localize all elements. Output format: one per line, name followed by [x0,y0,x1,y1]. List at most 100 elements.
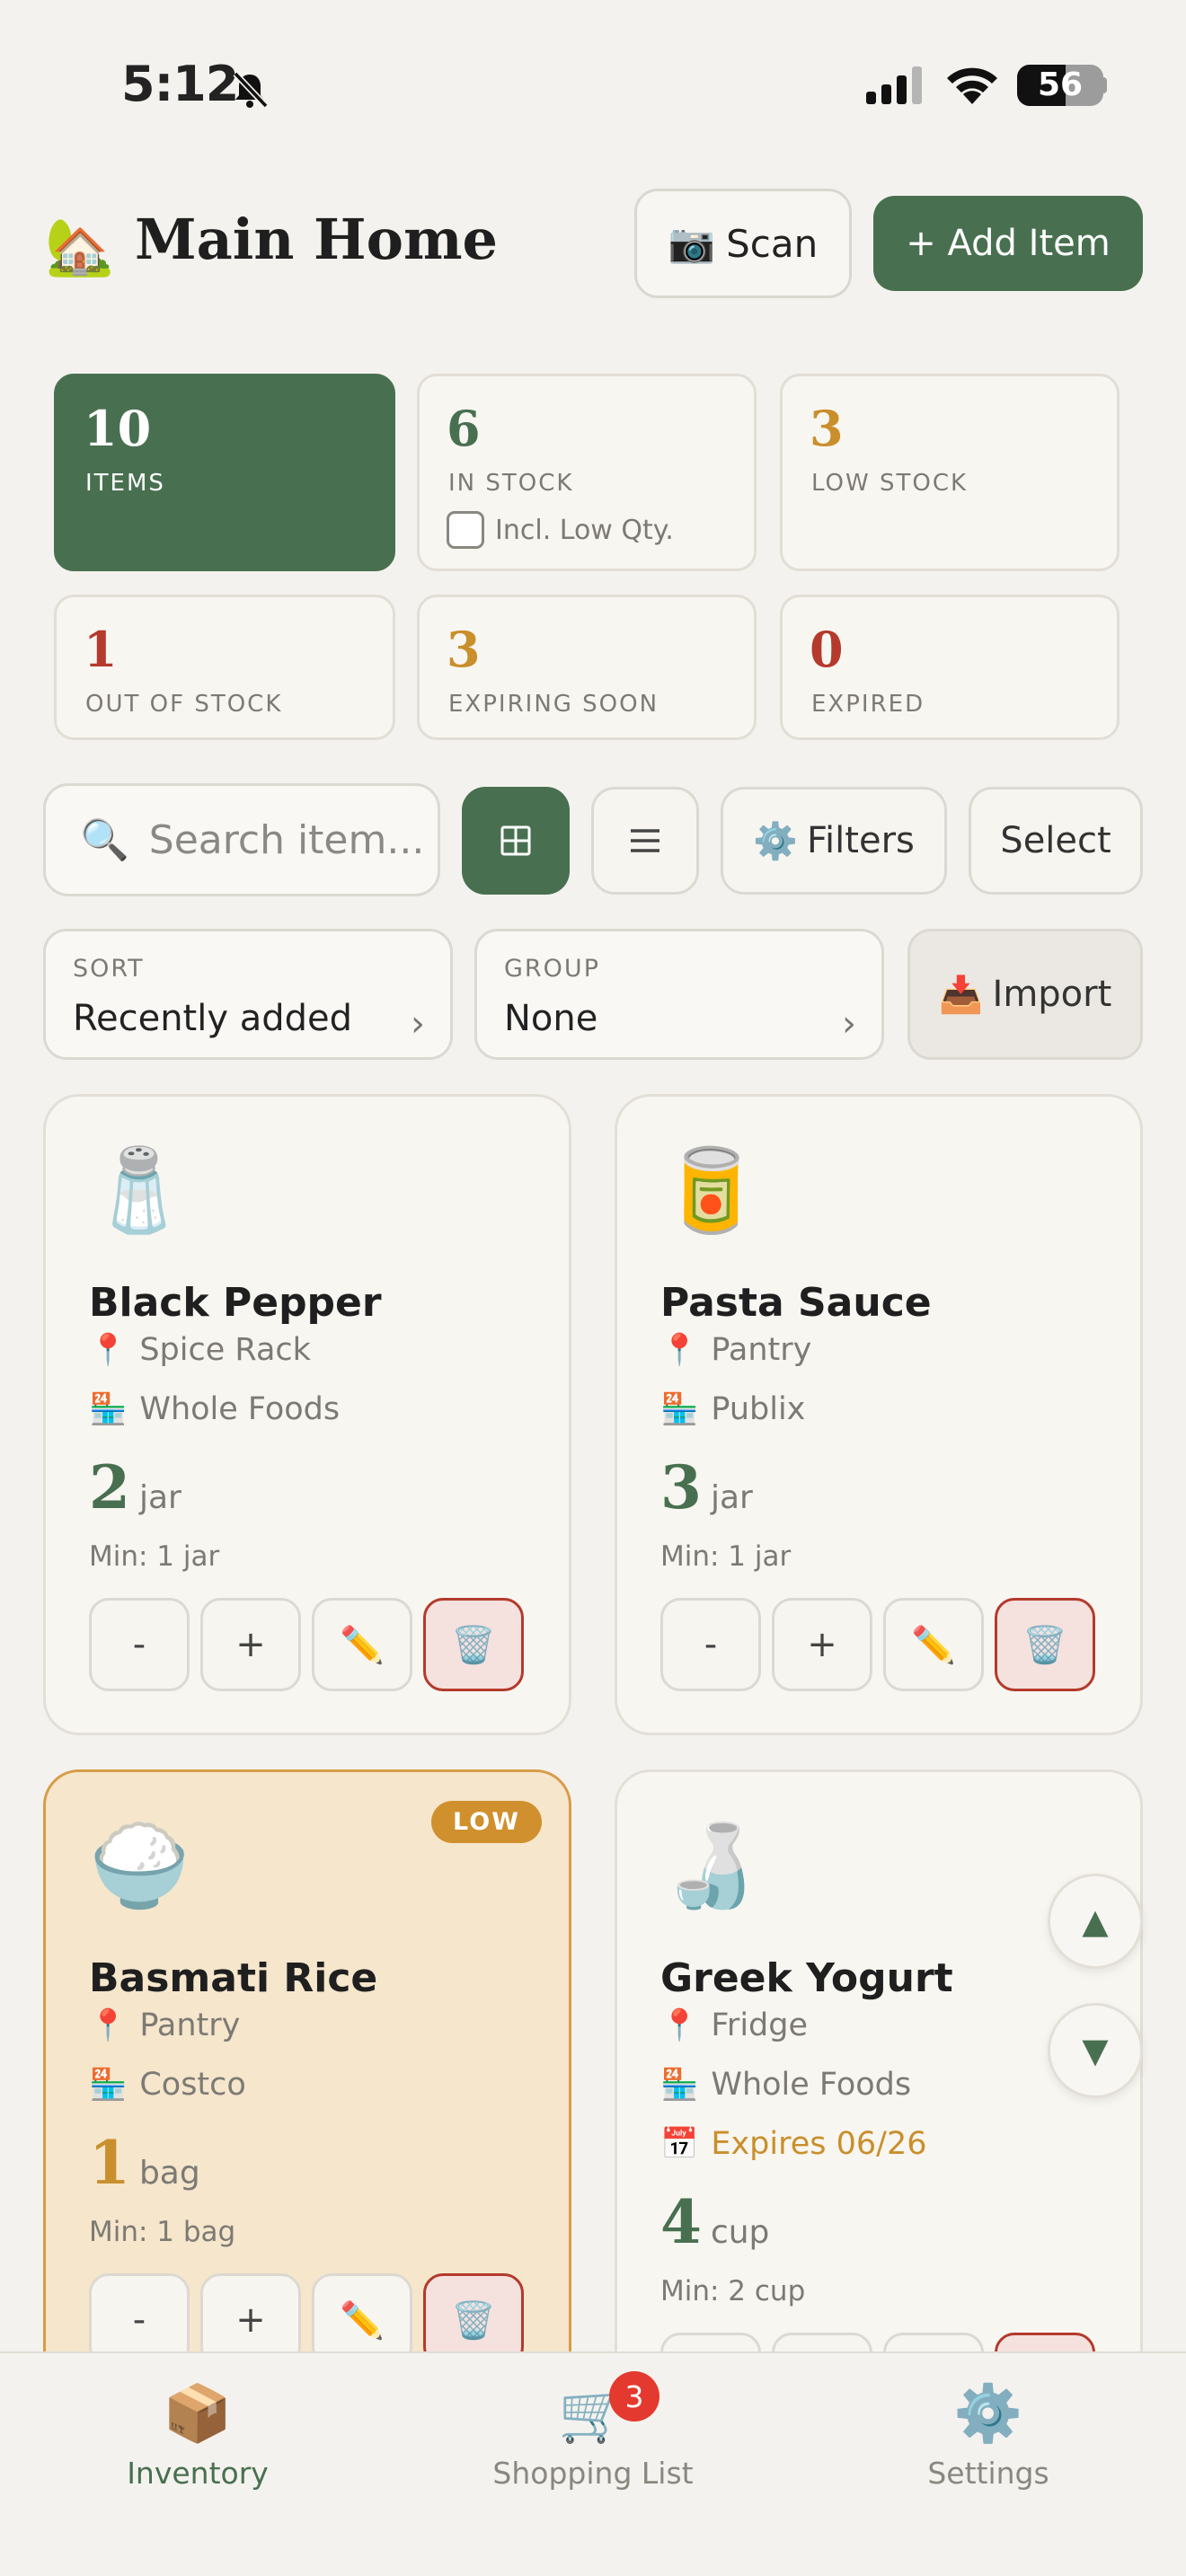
select-button[interactable]: Select [969,787,1143,895]
stat-out-of-stock-value: 1 [84,621,118,678]
status-time: 5:12 [121,56,239,112]
stat-low-stock[interactable]: 3 LOW STOCK [780,374,1120,571]
low-badge: LOW [431,1801,542,1843]
add-item-button[interactable]: + Add Item [873,196,1143,291]
salt-shaker-icon: 🧂 [89,1143,190,1238]
item-card[interactable]: 🥫 Pasta Sauce 📍 Pantry 🏪 Publix 3 jar Mi… [615,1094,1143,1735]
gear-icon: ⚙️ [953,2380,1023,2446]
quantity-value: 1 [89,2128,130,2198]
edit-button[interactable]: ✏️ [883,1598,984,1691]
stat-expiring-soon-label: EXPIRING SOON [448,691,659,718]
include-low-qty-checkbox[interactable]: Incl. Low Qty. [447,511,674,549]
delete-button[interactable]: 🗑️ [423,1598,524,1691]
search-input[interactable]: 🔍 Search item... [43,783,440,896]
store-icon: 🏪 [89,2067,128,2103]
page-title: Main Home [135,207,498,272]
tab-settings[interactable]: ⚙️ Settings [836,2380,1141,2491]
item-location: 📍 Fridge [660,2007,808,2043]
store-icon: 🏪 [660,1391,699,1427]
decrement-button[interactable]: - [660,1598,761,1691]
edit-button[interactable]: ✏️ [312,1598,412,1691]
house-icon: 🏡 [45,214,115,279]
group-label: GROUP [504,955,600,983]
canned-food-icon: 🥫 [660,1143,762,1238]
stat-expired[interactable]: 0 EXPIRED [780,595,1120,740]
min-quantity: Min: 1 bag [89,2216,236,2248]
cart-count-badge: 3 [609,2371,659,2422]
calendar-icon: 📅 [660,2126,699,2162]
item-expiry: 📅 Expires 06/26 [660,2126,927,2162]
inbox-tray-icon: 📥 [938,974,984,1016]
sort-dropdown[interactable]: SORT Recently added › [43,929,453,1060]
stat-items-label: ITEMS [85,470,165,497]
item-card[interactable]: LOW 🍚 Basmati Rice 📍 Pantry 🏪 Costco 1 b… [43,1769,571,2452]
item-name: Pasta Sauce [660,1280,932,1326]
pin-icon: 📍 [89,2007,128,2043]
item-quantity: 4 cup [660,2187,769,2257]
import-button[interactable]: 📥 Import [907,929,1143,1060]
pin-icon: 📍 [660,1332,699,1368]
gear-icon: ⚙️ [753,820,798,862]
pin-icon: 📍 [660,2007,699,2043]
stat-items[interactable]: 10 ITEMS [54,374,395,571]
stat-expired-value: 0 [810,621,844,678]
list-view-button[interactable] [591,787,699,895]
scroll-up-button[interactable]: ▲ [1048,1874,1143,1969]
scan-button[interactable]: 📷 Scan [634,189,852,298]
bottom-tab-bar: 📦 Inventory 🛒 3 Shopping List ⚙️ Setting… [0,2351,1186,2576]
group-dropdown[interactable]: GROUP None › [474,929,884,1060]
tab-shopping-list-label: Shopping List [492,2456,694,2491]
stat-items-value: 10 [84,400,152,457]
filters-label: Filters [806,820,915,861]
trash-icon: 🗑️ [451,1624,496,1666]
tab-inventory[interactable]: 📦 Inventory [45,2380,350,2491]
store-text: Costco [139,2067,246,2103]
search-placeholder: Search item... [148,816,425,863]
trash-icon: 🗑️ [451,2299,496,2342]
store-text: Publix [711,1391,806,1427]
tab-shopping-list[interactable]: 🛒 3 Shopping List [440,2371,746,2491]
item-name: Greek Yogurt [660,1955,953,2001]
store-icon: 🏪 [89,1391,128,1427]
stat-in-stock-value: 6 [447,400,481,457]
filters-button[interactable]: ⚙️ Filters [721,787,947,895]
sort-label: SORT [73,955,145,983]
battery-nub [1100,77,1107,93]
decrement-button[interactable]: - [89,1598,190,1691]
checkbox-box[interactable] [447,511,484,549]
sort-value: Recently added [73,998,353,1039]
stat-low-stock-value: 3 [810,400,844,457]
item-card[interactable]: 🧂 Black Pepper 📍 Spice Rack 🏪 Whole Food… [43,1094,571,1735]
tab-inventory-label: Inventory [127,2456,269,2491]
cellular-signal-icon [866,66,922,104]
trash-icon: 🗑️ [1022,1624,1067,1666]
location-text: Pantry [711,1332,812,1368]
location-text: Fridge [711,2007,809,2043]
package-icon: 📦 [163,2380,233,2446]
stat-in-stock-label: IN STOCK [448,470,574,497]
group-value: None [504,998,598,1039]
rice-bowl-icon: 🍚 [89,1819,190,1913]
increment-button[interactable]: + [772,1598,872,1691]
stat-in-stock[interactable]: 6 IN STOCK Incl. Low Qty. [417,374,757,571]
quantity-unit: bag [138,2155,200,2192]
import-label: Import [992,974,1112,1015]
delete-button[interactable]: 🗑️ [995,1598,1095,1691]
increment-button[interactable]: + [200,1598,301,1691]
stat-expiring-soon[interactable]: 3 EXPIRING SOON [417,595,757,740]
grid-icon [500,825,531,856]
item-store: 🏪 Publix [660,1391,805,1427]
search-icon: 🔍 [80,817,129,863]
item-name: Black Pepper [89,1280,382,1326]
store-text: Whole Foods [711,2067,912,2103]
item-quantity: 1 bag [89,2128,200,2198]
grid-view-button[interactable] [462,787,570,895]
min-quantity: Min: 1 jar [89,1540,220,1573]
tab-settings-label: Settings [927,2456,1049,2491]
scroll-down-button[interactable]: ▼ [1048,2003,1143,2098]
stat-out-of-stock[interactable]: 1 OUT OF STOCK [54,595,395,740]
item-card[interactable]: 🍶 Greek Yogurt 📍 Fridge 🏪 Whole Foods 📅 … [615,1769,1143,2452]
pencil-icon: ✏️ [911,1624,956,1666]
expires-text: Expires 06/26 [711,2126,927,2162]
quantity-value: 4 [660,2187,702,2257]
